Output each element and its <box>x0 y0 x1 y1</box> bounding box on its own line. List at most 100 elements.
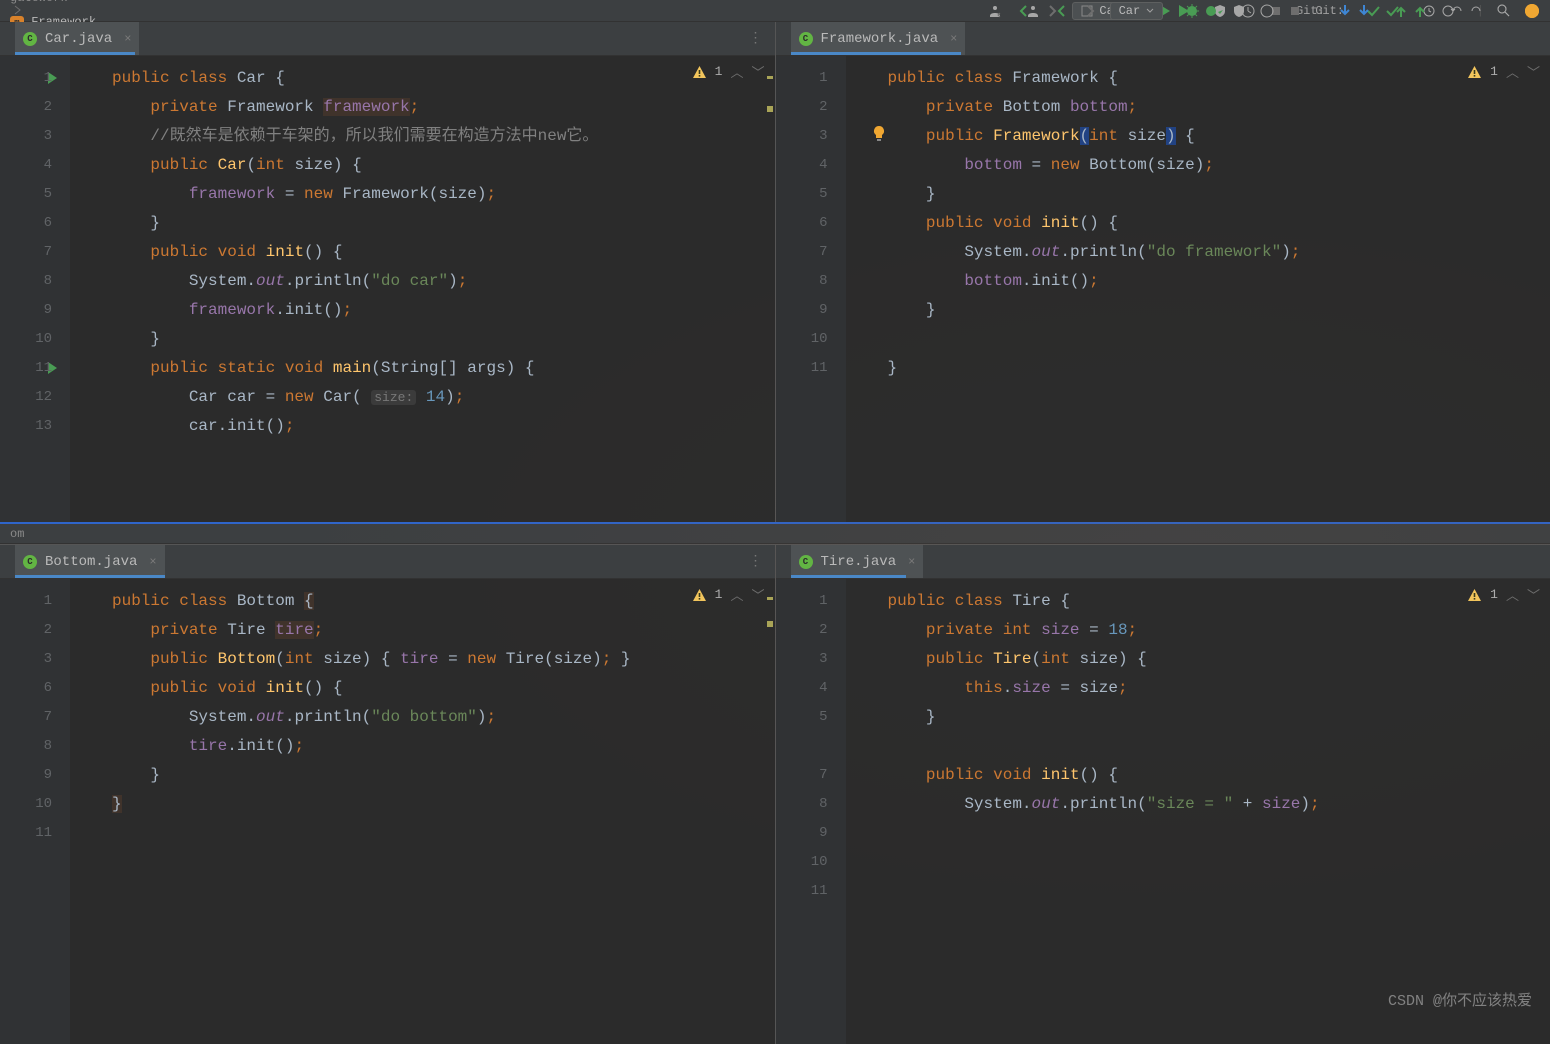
inspection-widget[interactable]: 1 ︿ ﹀ <box>1467 585 1540 604</box>
line-number[interactable]: 8 <box>776 790 828 819</box>
close-icon[interactable]: × <box>124 32 131 46</box>
code-line[interactable]: framework = new Framework(size); <box>112 180 775 209</box>
line-number[interactable]: 5 <box>776 703 828 732</box>
line-number[interactable]: 3 <box>0 122 52 151</box>
close-icon[interactable]: × <box>908 555 915 569</box>
code-line[interactable]: tire.init(); <box>112 732 775 761</box>
code-line[interactable]: public class Tire { <box>888 587 1550 616</box>
line-number[interactable]: 10 <box>0 325 52 354</box>
code-line[interactable] <box>888 325 1550 354</box>
code-line[interactable]: private Tire tire; <box>112 616 775 645</box>
code-line[interactable]: public static void main(String[] args) { <box>112 354 775 383</box>
back-icon[interactable] <box>1054 3 1070 19</box>
code-line[interactable]: public void init() { <box>888 209 1550 238</box>
line-number[interactable]: 12 <box>0 383 52 412</box>
line-number[interactable]: 1 <box>776 64 828 93</box>
code-line[interactable]: } <box>888 703 1550 732</box>
tab-tire[interactable]: C Tire.java × <box>791 545 924 578</box>
code-line[interactable]: } <box>112 790 775 819</box>
line-number[interactable]: 8 <box>0 732 52 761</box>
git-revert-icon[interactable] <box>1468 3 1484 19</box>
run-icon[interactable] <box>1175 3 1191 19</box>
line-number[interactable]: 11 <box>0 354 52 383</box>
code-line[interactable] <box>888 877 1550 906</box>
close-icon[interactable]: × <box>950 32 957 46</box>
line-number[interactable]: 7 <box>776 761 828 790</box>
editor-tire[interactable]: 123457891011public class Tire { private … <box>776 579 1550 1044</box>
chevron-down-icon[interactable]: ﹀ <box>751 62 764 81</box>
line-number[interactable]: 7 <box>0 238 52 267</box>
tab-framework[interactable]: C Framework.java × <box>791 22 966 55</box>
code-line[interactable]: System.out.println("do bottom"); <box>112 703 775 732</box>
debug-icon[interactable] <box>1203 3 1219 19</box>
tab-car[interactable]: C Car.java × <box>15 22 139 55</box>
inspection-widget[interactable]: 1 ︿ ﹀ <box>692 62 765 81</box>
line-number[interactable]: 1 <box>776 587 828 616</box>
profile-icon[interactable] <box>1259 3 1275 19</box>
editor-framework[interactable]: 1234567891011public class Framework { pr… <box>776 56 1550 522</box>
code-line[interactable]: public Framework(int size) { <box>888 122 1550 151</box>
line-number[interactable]: 5 <box>776 180 828 209</box>
code-line[interactable]: framework.init(); <box>112 296 775 325</box>
line-number[interactable]: 11 <box>776 354 828 383</box>
code-line[interactable]: } <box>888 180 1550 209</box>
line-number[interactable]: 6 <box>0 209 52 238</box>
code-line[interactable] <box>888 848 1550 877</box>
tab-bottom[interactable]: C Bottom.java × <box>15 545 165 578</box>
line-number[interactable]: 7 <box>0 703 52 732</box>
code-line[interactable]: //既然车是依赖于车架的，所以我们需要在构造方法中new它。 <box>112 122 775 151</box>
chevron-up-icon[interactable]: ︿ <box>730 62 743 81</box>
users-icon[interactable] <box>1026 3 1042 19</box>
line-number[interactable]: 6 <box>0 674 52 703</box>
code-line[interactable]: } <box>888 354 1550 383</box>
line-number[interactable]: 2 <box>0 93 52 122</box>
more-icon[interactable]: ⋮ <box>749 30 763 47</box>
line-number[interactable]: 3 <box>0 645 52 674</box>
search-icon[interactable] <box>1496 3 1512 19</box>
code-line[interactable]: System.out.println("do car"); <box>112 267 775 296</box>
code-line[interactable]: car.init(); <box>112 412 775 441</box>
chevron-down-icon[interactable]: ﹀ <box>1527 62 1540 81</box>
line-number[interactable]: 8 <box>0 267 52 296</box>
code-line[interactable]: public Car(int size) { <box>112 151 775 180</box>
git-pull-icon[interactable] <box>1356 3 1372 19</box>
git-commit-icon[interactable] <box>1384 3 1400 19</box>
line-number[interactable]: 10 <box>776 325 828 354</box>
line-number[interactable]: 8 <box>776 267 828 296</box>
line-number[interactable]: 7 <box>776 238 828 267</box>
code-line[interactable]: System.out.println("do framework"); <box>888 238 1550 267</box>
line-number[interactable]: 3 <box>776 122 828 151</box>
code-line[interactable] <box>888 732 1550 761</box>
inspection-widget[interactable]: 1 ︿ ﹀ <box>692 585 765 604</box>
line-number[interactable]: 9 <box>0 296 52 325</box>
code-line[interactable] <box>888 819 1550 848</box>
line-number[interactable]: 10 <box>776 848 828 877</box>
line-number[interactable]: 11 <box>776 877 828 906</box>
close-icon[interactable]: × <box>149 555 156 569</box>
chevron-down-icon[interactable]: ﹀ <box>751 585 764 604</box>
line-number[interactable]: 3 <box>776 645 828 674</box>
line-number[interactable]: 13 <box>0 412 52 441</box>
code-line[interactable]: public Bottom(int size) { tire = new Tir… <box>112 645 775 674</box>
coverage-icon[interactable] <box>1231 3 1247 19</box>
line-number[interactable]: 2 <box>0 616 52 645</box>
code-line[interactable]: private Bottom bottom; <box>888 93 1550 122</box>
line-number[interactable]: 2 <box>776 616 828 645</box>
code-line[interactable]: public class Framework { <box>888 64 1550 93</box>
more-icon[interactable]: ⋮ <box>749 553 763 570</box>
line-number[interactable]: 9 <box>776 296 828 325</box>
line-number[interactable]: 11 <box>0 819 52 848</box>
code-line[interactable]: } <box>888 296 1550 325</box>
code-line[interactable] <box>112 819 775 848</box>
chevron-up-icon[interactable]: ︿ <box>1506 585 1519 604</box>
code-line[interactable]: public class Bottom { <box>112 587 775 616</box>
breadcrumb-seg[interactable]: gatework <box>10 0 68 5</box>
code-line[interactable]: public void init() { <box>888 761 1550 790</box>
code-line[interactable]: private Framework framework; <box>112 93 775 122</box>
code-line[interactable]: public class Car { <box>112 64 775 93</box>
line-number[interactable]: 9 <box>0 761 52 790</box>
git-push-icon[interactable] <box>1412 3 1428 19</box>
code-line[interactable]: public void init() { <box>112 674 775 703</box>
run-config-select[interactable]: Car <box>1110 2 1164 20</box>
avatar-icon[interactable] <box>1524 3 1540 19</box>
